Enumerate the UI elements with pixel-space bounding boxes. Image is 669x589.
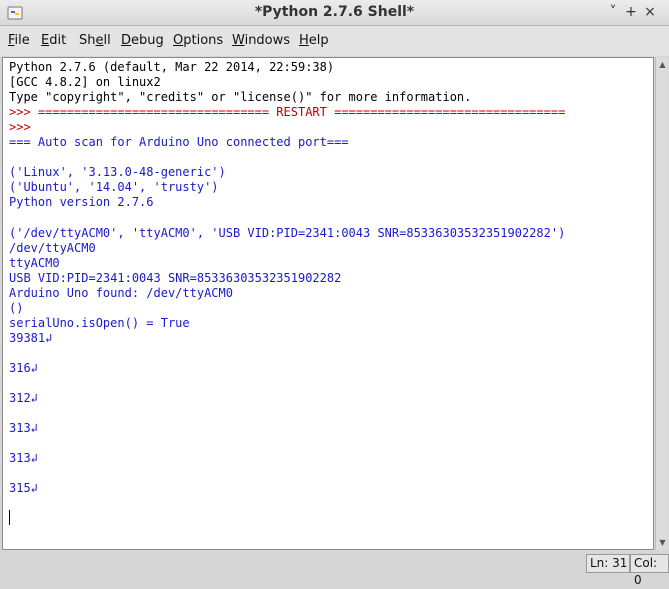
vertical-scrollbar[interactable]: ▲ ▼ — [655, 57, 668, 550]
shell-line: 313↲ — [9, 421, 38, 436]
shell-line: serialUno.isOpen() = True — [9, 315, 190, 330]
menu-options-rest: ptions — [183, 33, 224, 48]
menu-windows[interactable]: Windows — [232, 33, 290, 48]
menu-windows-mnemonic: W — [232, 33, 245, 48]
menu-bar: File Edit Shell Debug Options Windows He… — [0, 26, 669, 56]
menu-windows-rest: indows — [244, 33, 291, 48]
shell-line: ('/dev/ttyACM0', 'ttyACM0', 'USB VID:PID… — [9, 225, 566, 240]
shell-line: ('Linux', '3.13.0-48-generic') — [9, 165, 226, 180]
shell-line: Python 2.7.6 (default, Mar 22 2014, 22:5… — [9, 60, 335, 74]
status-line: Ln: 31 — [586, 554, 630, 573]
maximize-button[interactable]: + — [622, 3, 640, 21]
shell-line: [GCC 4.8.2] on linux2 — [9, 75, 161, 90]
menu-options[interactable]: Options — [173, 33, 223, 48]
shell-line: 315↲ — [9, 481, 38, 496]
menu-options-mnemonic: O — [173, 33, 184, 48]
menu-help[interactable]: Help — [299, 33, 329, 48]
shell-line: 313↲ — [9, 451, 38, 466]
menu-shell-mnemonic: e — [95, 33, 104, 48]
menu-shell[interactable]: Shell — [79, 33, 111, 48]
shell-line: /dev/ttyACM0 — [9, 240, 96, 255]
minimize-button[interactable]: ˅ — [604, 3, 622, 21]
shell-line: >>> — [9, 120, 31, 135]
menu-help-rest: elp — [308, 33, 329, 48]
menu-help-mnemonic: H — [299, 33, 309, 48]
menu-edit-mnemonic: E — [41, 33, 50, 48]
shell-line: Arduino Uno found: /dev/ttyACM0 — [9, 285, 233, 300]
scroll-down-arrow-icon[interactable]: ▼ — [657, 537, 668, 548]
shell-line: >>> ================================ RES… — [9, 105, 566, 120]
shell-line: ttyACM0 — [9, 255, 60, 270]
title-bar[interactable]: *Python 2.7.6 Shell* ˅ + × — [0, 0, 669, 26]
scroll-up-arrow-icon[interactable]: ▲ — [657, 59, 668, 70]
shell-line: 312↲ — [9, 391, 38, 406]
close-button[interactable]: × — [641, 3, 659, 21]
menu-debug-rest: ebug — [131, 33, 164, 48]
menu-file[interactable]: File — [8, 33, 30, 48]
menu-edit-rest: dit — [49, 33, 67, 48]
shell-line: USB VID:PID=2341:0043 SNR=85336303532351… — [9, 270, 342, 285]
shell-line: Python version 2.7.6 — [9, 195, 154, 210]
shell-text-area[interactable]: Python 2.7.6 (default, Mar 22 2014, 22:5… — [2, 57, 654, 550]
shell-line: () — [9, 300, 24, 315]
menu-edit[interactable]: Edit — [41, 33, 66, 48]
shell-line: === Auto scan for Arduino Uno connected … — [9, 135, 349, 150]
shell-line: Type "copyright", "credits" or "license(… — [9, 90, 472, 105]
text-cursor — [9, 510, 10, 525]
shell-line: ('Ubuntu', '14.04', 'trusty') — [9, 180, 219, 195]
menu-shell-pre: Sh — [79, 33, 96, 48]
menu-debug-mnemonic: D — [121, 33, 132, 48]
menu-shell-rest: ll — [103, 33, 111, 48]
window-title: *Python 2.7.6 Shell* — [254, 4, 415, 20]
menu-debug[interactable]: Debug — [121, 33, 164, 48]
shell-line: 316↲ — [9, 361, 38, 375]
status-column: Col: 0 — [630, 554, 669, 587]
shell-line: 39381↲ — [9, 330, 53, 345]
menu-file-rest: ile — [14, 33, 30, 48]
status-bar: Ln: 31 Col: 0 — [0, 552, 669, 587]
